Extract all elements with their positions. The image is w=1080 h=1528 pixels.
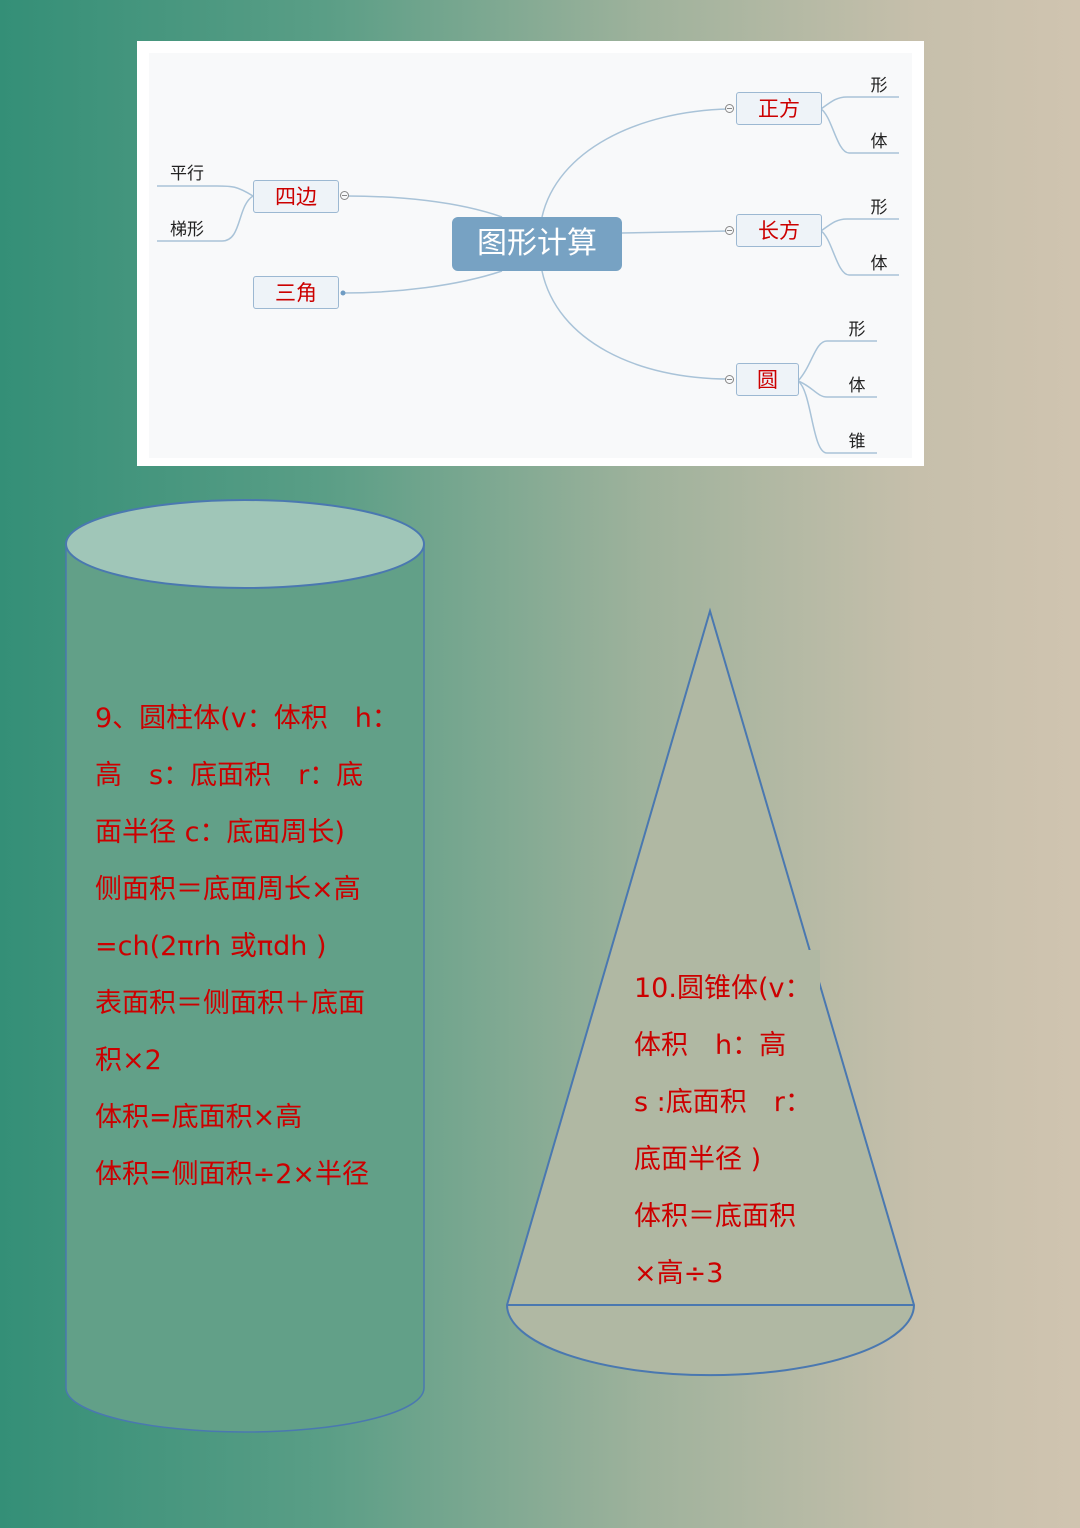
formula-line: 表面积＝侧面积＋底面 bbox=[95, 988, 365, 1019]
formula-line: 体积=侧面积÷2×半径 bbox=[95, 1159, 370, 1190]
formula-line: 体积=底面积×高 bbox=[95, 1102, 303, 1133]
formula-line: 面半径 c：底面周长) bbox=[95, 817, 345, 848]
formula-line: 高 s：底面积 r：底 bbox=[95, 760, 364, 791]
formula-line: 积×2 bbox=[95, 1045, 162, 1076]
formula-line: ×高÷3 bbox=[634, 1258, 724, 1289]
formula-line: =ch(2πrh 或πdh ) bbox=[95, 931, 327, 962]
formula-line: 侧面积＝底面周长×高 bbox=[95, 874, 361, 905]
cone-formula: 10.圆锥体(v： 体积 h：高 s :底面积 r： 底面半径 ) 体积＝底面积… bbox=[634, 960, 812, 1302]
formula-line: s :底面积 r： bbox=[634, 1087, 812, 1118]
formula-line: 体积＝底面积 bbox=[634, 1201, 796, 1232]
cylinder-top bbox=[65, 499, 425, 589]
formula-line: 体积 h：高 bbox=[634, 1030, 787, 1061]
cylinder-formula: 9、圆柱体(v：体积 h： 高 s：底面积 r：底 面半径 c：底面周长) 侧面… bbox=[95, 690, 399, 1203]
formula-line: 9、圆柱体(v：体积 h： bbox=[95, 703, 399, 734]
formula-line: 10.圆锥体(v： bbox=[634, 973, 812, 1004]
formula-line: 底面半径 ) bbox=[634, 1144, 762, 1175]
